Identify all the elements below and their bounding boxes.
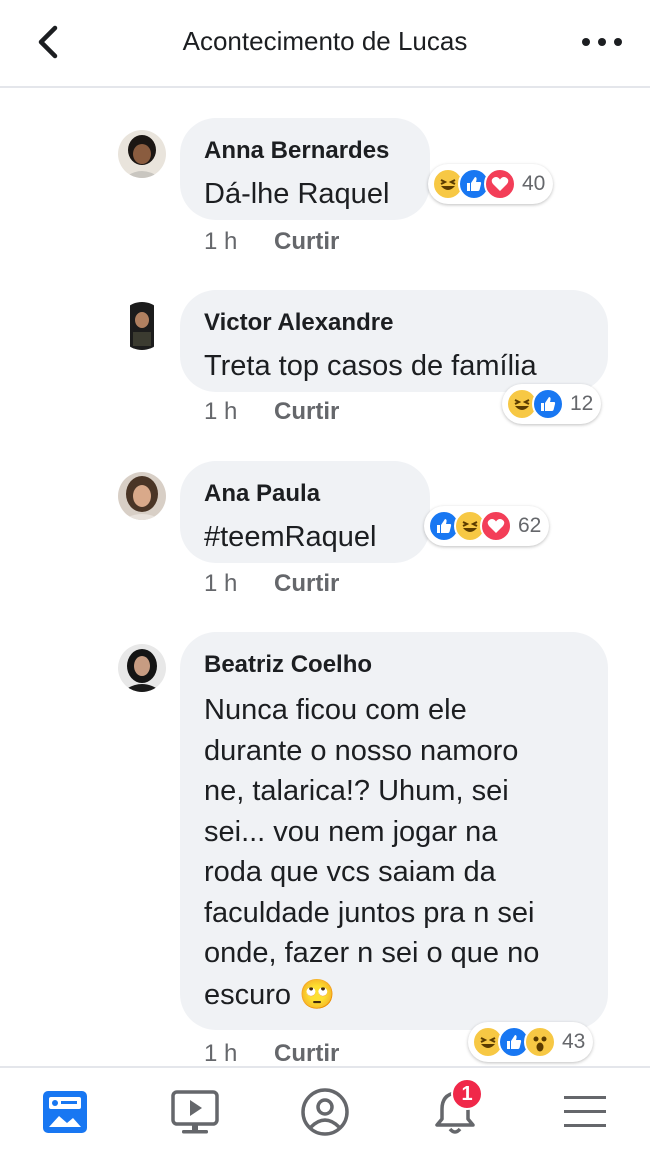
comment-author[interactable]: Victor Alexandre	[204, 308, 584, 338]
page-title: Acontecimento de Lucas	[182, 26, 468, 56]
love-reaction-icon	[484, 168, 516, 200]
comment-bubble[interactable]: Beatriz Coelho Nunca ficou com ele duran…	[180, 632, 608, 1030]
comment-author[interactable]: Anna Bernardes	[204, 136, 406, 166]
comment-text: #teemRaquel	[204, 521, 377, 553]
comment-actions: 1 h Curtir	[204, 1040, 339, 1068]
like-reaction-icon	[532, 388, 564, 420]
top-bar: Acontecimento de Lucas	[0, 0, 650, 88]
comment-text: Nunca ficou com ele durante o nosso namo…	[204, 690, 584, 1015]
news-feed-icon	[43, 1091, 87, 1133]
nav-profile[interactable]	[295, 1082, 355, 1142]
comment-text: Dá-lhe Raquel	[204, 178, 390, 210]
nav-notifications[interactable]: 1	[425, 1078, 485, 1142]
comment-time: 1 h	[204, 1040, 238, 1067]
reaction-summary[interactable]: 62	[424, 506, 550, 546]
avatar[interactable]	[118, 644, 166, 692]
comment-bubble[interactable]: Ana Paula #teemRaquel	[180, 461, 430, 563]
comment-bubble[interactable]: Anna Bernardes Dá-lhe Raquel	[180, 118, 430, 220]
reaction-count: 12	[570, 392, 594, 415]
comment-bubble[interactable]: Victor Alexandre Treta top casos de famí…	[180, 290, 608, 392]
avatar[interactable]	[118, 130, 166, 178]
hamburger-menu-icon	[564, 1096, 606, 1127]
reaction-summary[interactable]: 40	[428, 164, 554, 204]
rolling-eyes-emoji: 🙄	[299, 976, 336, 1011]
reaction-count: 40	[522, 172, 546, 195]
comment-text-body: Nunca ficou com ele durante o nosso namo…	[204, 694, 540, 1011]
comment-actions: 1 h Curtir	[204, 228, 339, 256]
comment-author[interactable]: Ana Paula	[204, 479, 406, 509]
bottom-navigation: 1	[0, 1066, 650, 1156]
nav-menu[interactable]	[555, 1082, 615, 1142]
dot-icon	[598, 38, 606, 46]
comment-actions: 1 h Curtir	[204, 570, 339, 598]
reaction-summary[interactable]: 43	[468, 1022, 594, 1062]
more-options-button[interactable]	[582, 28, 622, 56]
like-button[interactable]: Curtir	[274, 570, 339, 597]
dot-icon	[582, 38, 590, 46]
comment-time: 1 h	[204, 398, 238, 425]
comment-time: 1 h	[204, 570, 238, 597]
like-button[interactable]: Curtir	[274, 228, 339, 255]
reaction-count: 62	[518, 514, 542, 537]
like-button[interactable]: Curtir	[274, 398, 339, 425]
profile-icon	[301, 1088, 349, 1136]
avatar[interactable]	[118, 472, 166, 520]
avatar[interactable]	[118, 302, 166, 350]
comment-time: 1 h	[204, 228, 238, 255]
comment-text: Treta top casos de família	[204, 350, 537, 382]
watch-video-icon	[171, 1090, 219, 1134]
nav-news-feed[interactable]	[35, 1082, 95, 1142]
comment-author[interactable]: Beatriz Coelho	[204, 650, 584, 680]
dot-icon	[614, 38, 622, 46]
notification-badge: 1	[451, 1078, 483, 1110]
wow-reaction-icon	[524, 1026, 556, 1058]
nav-watch[interactable]	[165, 1082, 225, 1142]
reaction-summary[interactable]: 12	[502, 384, 602, 424]
reaction-count: 43	[562, 1030, 586, 1053]
comment-actions: 1 h Curtir	[204, 398, 339, 426]
like-button[interactable]: Curtir	[274, 1040, 339, 1067]
love-reaction-icon	[480, 510, 512, 542]
